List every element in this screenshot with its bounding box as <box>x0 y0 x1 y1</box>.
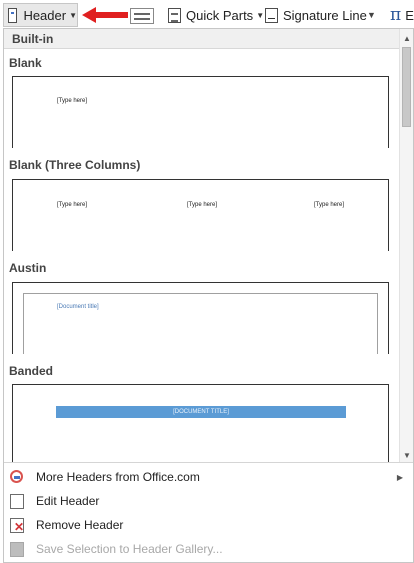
gallery-item-title: Banded <box>9 364 54 378</box>
scroll-up-icon[interactable]: ▲ <box>400 31 414 45</box>
quick-parts-icon <box>168 7 181 23</box>
header-button[interactable]: Header ▼ <box>3 3 78 27</box>
placeholder-text: [DOCUMENT TITLE] <box>173 409 229 415</box>
save-selection-label: Save Selection to Header Gallery... <box>36 542 223 556</box>
gallery-section-header: Built-in <box>4 29 399 49</box>
red-x-icon: ✕ <box>14 520 25 534</box>
header-menu: More Headers from Office.com ▶ Edit Head… <box>4 462 413 562</box>
pi-icon: π <box>390 5 402 25</box>
banded-title-bar: [DOCUMENT TITLE] <box>56 406 346 418</box>
scrollbar-thumb[interactable] <box>402 47 411 127</box>
gallery-item-title: Austin <box>9 261 47 275</box>
gallery-scrollbar[interactable]: ▲ ▼ <box>399 29 413 462</box>
ribbon: Header ▼ Quick Parts ▼ Signature Line ▼ … <box>0 0 414 30</box>
placeholder-text: [Type here] <box>57 202 88 208</box>
signature-line-icon <box>265 7 278 23</box>
chevron-down-icon: ▼ <box>69 10 77 20</box>
header-gallery: Built-in Blank [Type here] Blank (Three … <box>4 29 399 462</box>
gallery-item-blank-three-columns[interactable]: [Type here] [Type here] [Type here] <box>12 179 389 251</box>
scroll-down-icon[interactable]: ▼ <box>400 448 414 462</box>
signature-line-label: Signature Line <box>283 7 367 23</box>
chevron-down-icon: ▼ <box>256 10 265 20</box>
gallery-item-blank[interactable]: [Type here] <box>12 76 389 148</box>
header-button-label: Header <box>23 7 67 23</box>
more-headers-label: More Headers from Office.com <box>36 470 200 484</box>
signature-line-dropdown-icon[interactable]: ▼ <box>367 3 376 27</box>
gallery-item-title: Blank (Three Columns) <box>9 158 141 172</box>
placeholder-text: [Type here] <box>57 98 88 104</box>
remove-header-icon: ✕ <box>10 518 25 534</box>
placeholder-text: [Type here] <box>314 202 345 208</box>
gallery-item-austin[interactable]: [Document title] <box>12 282 389 354</box>
equation-label: E <box>405 7 414 23</box>
save-selection-menu-item[interactable]: Save Selection to Header Gallery... <box>4 537 413 561</box>
equation-button[interactable]: π E <box>390 3 414 27</box>
remove-header-menu-item[interactable]: ✕ Remove Header <box>4 513 413 537</box>
text-box-icon[interactable] <box>130 8 154 24</box>
edit-header-icon <box>10 494 24 509</box>
red-arrow-annotation <box>82 7 128 23</box>
placeholder-text: [Document title] <box>57 304 99 310</box>
austin-frame <box>23 293 378 354</box>
edit-header-label: Edit Header <box>36 494 100 508</box>
gallery-item-banded[interactable]: [DOCUMENT TITLE] <box>12 384 389 462</box>
edit-header-menu-item[interactable]: Edit Header <box>4 489 413 513</box>
signature-line-button[interactable]: Signature Line <box>265 3 367 27</box>
header-icon <box>8 7 18 23</box>
quick-parts-button[interactable]: Quick Parts ▼ <box>168 3 264 27</box>
quick-parts-label: Quick Parts <box>186 7 254 23</box>
more-headers-menu-item[interactable]: More Headers from Office.com ▶ <box>4 465 413 489</box>
remove-header-label: Remove Header <box>36 518 124 532</box>
save-selection-icon <box>10 542 24 557</box>
header-dropdown-panel: Built-in Blank [Type here] Blank (Three … <box>3 28 414 563</box>
submenu-arrow-icon: ▶ <box>396 472 403 482</box>
gallery-item-title: Blank <box>9 56 42 70</box>
office-com-icon <box>10 470 23 483</box>
placeholder-text: [Type here] <box>187 202 218 208</box>
